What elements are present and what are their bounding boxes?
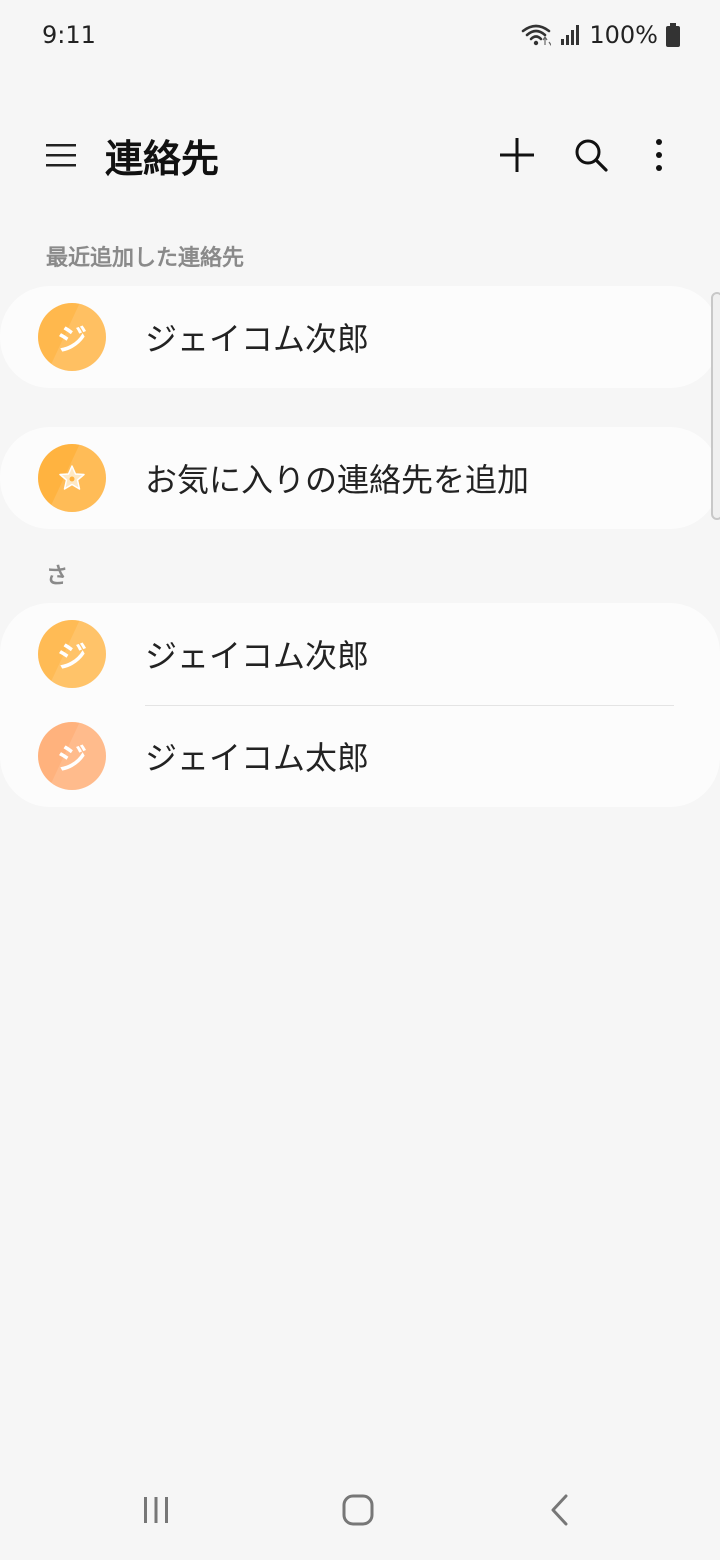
plus-icon [500,138,534,172]
avatar: ジ [38,722,106,790]
favorites-card: お気に入りの連絡先を追加 [0,427,720,529]
app-bar: 連絡先 [0,110,720,200]
status-bar: 9:11 100% [0,0,720,70]
sa-section-header: さ [46,564,69,589]
recent-contacts-card: ジ ジェイコム次郎 [0,286,720,388]
favorite-avatar [38,444,106,512]
contact-name: ジェイコム次郎 [145,637,370,675]
navigation-bar [0,1460,720,1560]
battery-percent: 100% [589,21,658,49]
wifi-icon [521,23,552,47]
recent-contact-row[interactable]: ジ ジェイコム次郎 [0,286,720,388]
contact-row[interactable]: ジ ジェイコム次郎 [0,603,720,705]
contacts-card: ジ ジェイコム次郎 ジ ジェイコム太郎 [0,603,720,807]
contact-name: ジェイコム太郎 [145,739,370,777]
more-options-button[interactable] [634,130,684,180]
menu-button[interactable] [36,130,86,180]
avatar: ジ [38,620,106,688]
signal-icon [559,24,581,46]
add-contact-button[interactable] [492,130,542,180]
menu-icon [46,144,76,167]
search-icon [575,139,608,172]
contact-row[interactable]: ジ ジェイコム太郎 [0,705,720,807]
battery-icon [666,23,680,47]
search-button[interactable] [566,130,616,180]
star-icon [59,465,85,490]
add-favorite-row[interactable]: お気に入りの連絡先を追加 [0,427,720,529]
status-icons: 100% [521,21,680,49]
home-button[interactable] [328,1480,388,1540]
avatar-initial: ジ [57,742,87,777]
home-icon [342,1494,374,1526]
page-title: 連絡先 [105,137,220,181]
fast-scroll-handle[interactable] [711,292,720,520]
avatar-initial: ジ [57,640,87,675]
avatar-initial: ジ [57,323,87,358]
back-icon [551,1494,568,1526]
status-time: 9:11 [42,21,96,49]
contacts-screen: 9:11 100% 連絡先 最近追加した連絡先 ジ ジェイコム次郎 お気に入りの… [0,0,720,1560]
recents-icon [144,1497,168,1523]
recents-button[interactable] [126,1480,186,1540]
recent-section-header: 最近追加した連絡先 [46,246,245,271]
back-button[interactable] [530,1480,590,1540]
contact-name: ジェイコム次郎 [145,320,370,358]
more-vertical-icon [656,139,662,171]
add-favorites-label: お気に入りの連絡先を追加 [145,461,530,499]
avatar: ジ [38,303,106,371]
